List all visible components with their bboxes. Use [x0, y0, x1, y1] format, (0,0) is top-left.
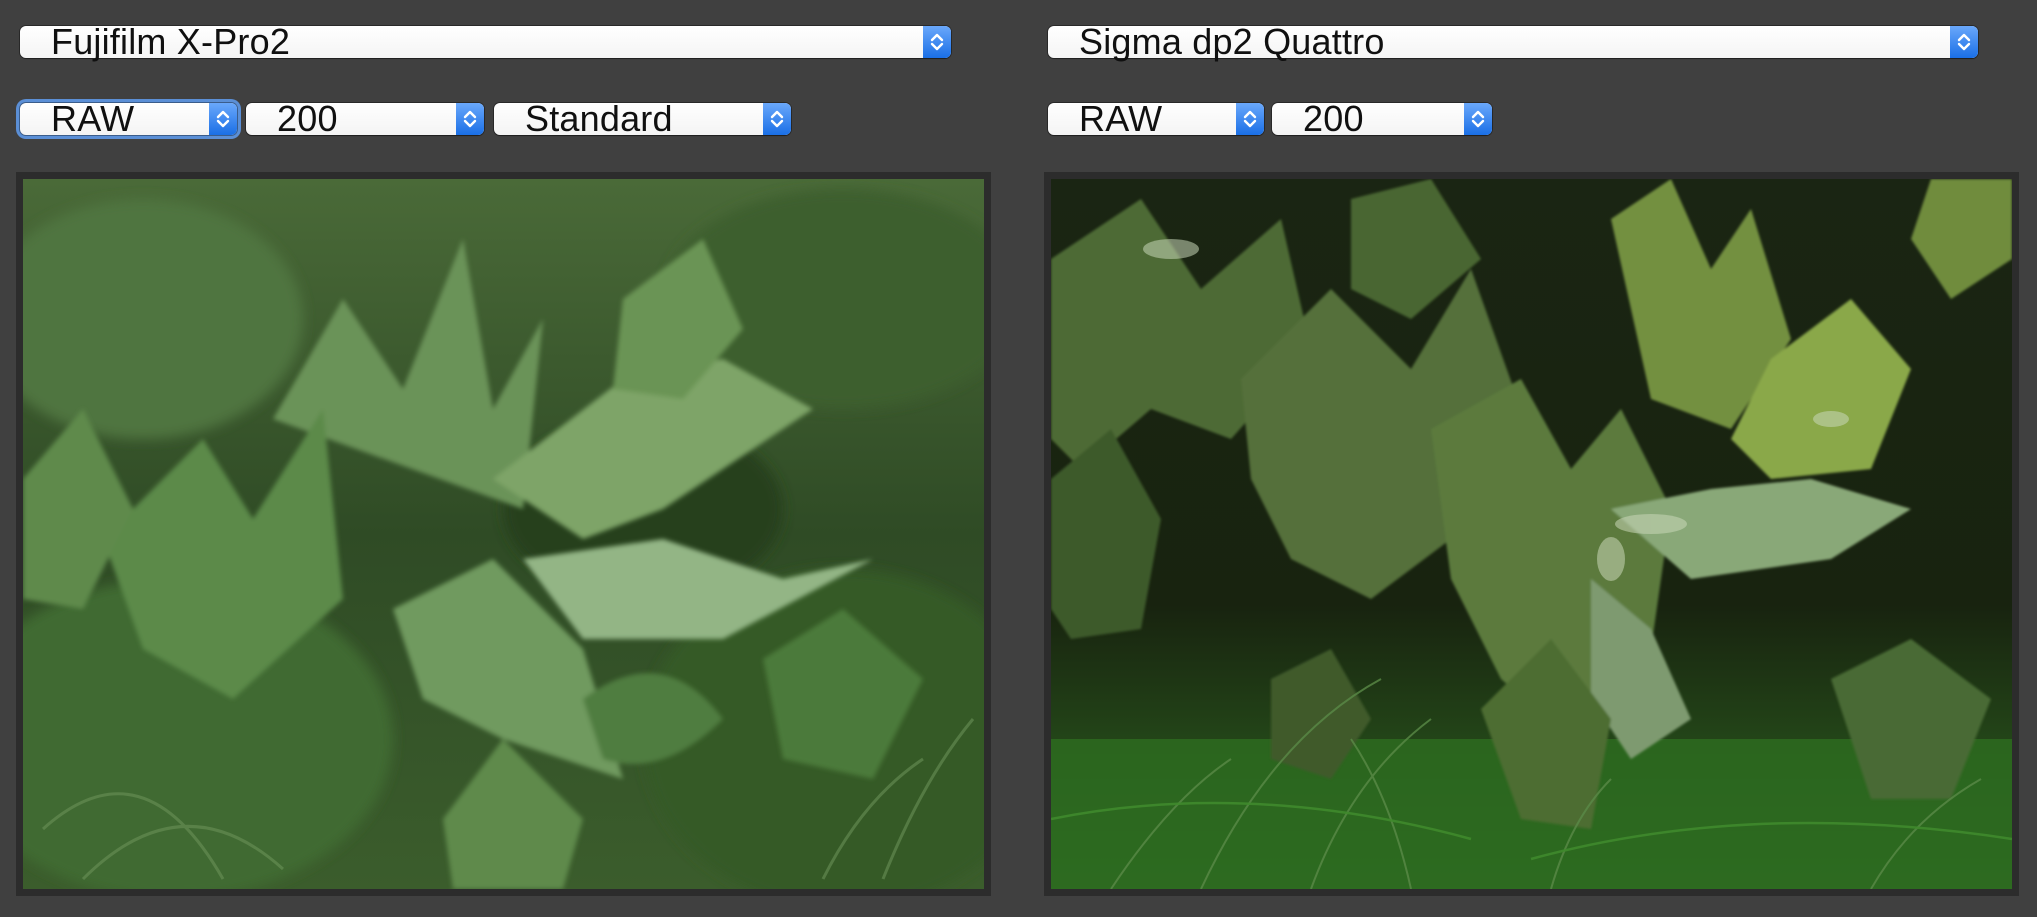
chevron-up-down-icon: [923, 26, 951, 58]
left-iso-label: 200: [277, 98, 338, 139]
right-preview-image: [1044, 172, 2019, 896]
chevron-up-down-icon: [1236, 103, 1264, 135]
chevron-up-down-icon: [763, 103, 791, 135]
left-preview-image: [16, 172, 991, 896]
left-camera-select[interactable]: Fujifilm X-Pro2: [20, 21, 951, 62]
chevron-up-down-icon: [456, 103, 484, 135]
chevron-up-down-icon: [209, 103, 237, 135]
left-film-simulation-label: Standard: [525, 98, 673, 139]
left-format-select[interactable]: RAW: [20, 98, 237, 139]
right-camera-select[interactable]: Sigma dp2 Quattro: [1048, 21, 1978, 62]
left-format-label: RAW: [51, 98, 135, 139]
chevron-up-down-icon: [1950, 26, 1978, 58]
left-film-simulation-select[interactable]: Standard: [494, 98, 791, 139]
right-iso-select[interactable]: 200: [1272, 98, 1492, 139]
chevron-up-down-icon: [1464, 103, 1492, 135]
right-iso-label: 200: [1303, 98, 1364, 139]
right-format-label: RAW: [1079, 98, 1163, 139]
left-camera-label: Fujifilm X-Pro2: [51, 21, 291, 62]
right-format-select[interactable]: RAW: [1048, 98, 1264, 139]
left-iso-select[interactable]: 200: [246, 98, 484, 139]
right-camera-label: Sigma dp2 Quattro: [1079, 21, 1385, 62]
